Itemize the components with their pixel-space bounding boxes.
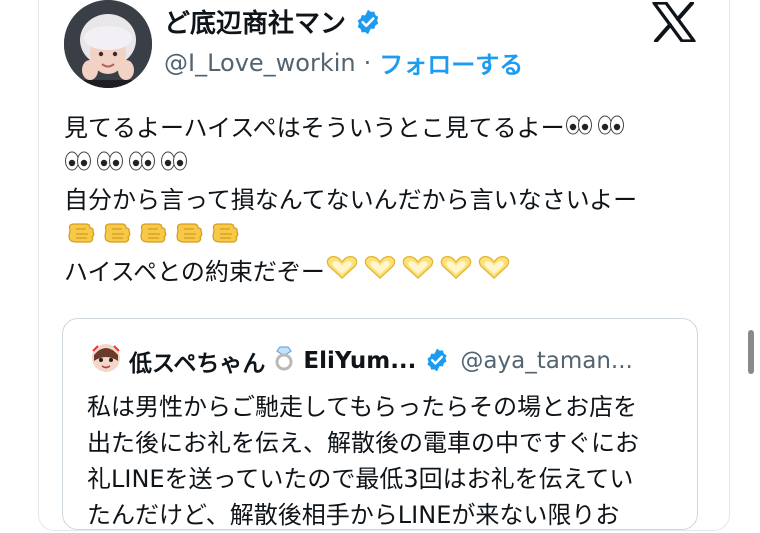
- eyes-emoji-icon: [160, 146, 188, 182]
- heart-hands-emoji-icon: [477, 254, 511, 290]
- eyes-emoji-icon: [64, 146, 92, 182]
- quoted-author-avatar[interactable]: [91, 343, 121, 379]
- tweet-line-5: ハイスペとの約束だぞー: [64, 254, 684, 290]
- quoted-author-handle[interactable]: @aya_taman...: [460, 348, 632, 374]
- tweet-line-2: [64, 146, 684, 182]
- quoted-text-line: 私は男性からご馳走してもらったらその場とお店を: [87, 393, 638, 421]
- pointing-hand-emoji-icon: [208, 216, 240, 256]
- tweet-line-3: 自分から言って損なんてないんだから言いなさいよー: [64, 182, 684, 218]
- pointing-hand-emoji-icon: [172, 216, 204, 256]
- quoted-text-line: 出た後にお礼を伝え、解散後の電車の中ですぐにお: [87, 429, 639, 457]
- quoted-verified-badge-icon: [424, 347, 452, 375]
- quoted-author-name[interactable]: 低スペちゃん: [129, 344, 265, 378]
- tweet-line-4: [64, 218, 684, 254]
- heart-hands-emoji-icon: [363, 254, 397, 290]
- x-logo-icon[interactable]: [652, 1, 696, 43]
- eyes-emoji-icon: [96, 146, 124, 182]
- quoted-tweet[interactable]: 低スペちゃん EliYum... @aya_taman... 私は男性からご馳走…: [62, 318, 698, 530]
- quoted-text-line: たんだけど、解散後相手からLINEが来ない限りお: [87, 501, 620, 529]
- author-name[interactable]: ど底辺商社マン: [164, 3, 346, 40]
- tweet-text-5: ハイスペとの約束だぞー: [64, 258, 325, 286]
- heart-hands-emoji-icon: [325, 254, 359, 290]
- verified-badge-icon: [354, 8, 382, 36]
- heart-hands-emoji-icon: [401, 254, 435, 290]
- pointing-hand-emoji-icon: [100, 216, 132, 256]
- separator-dot: ·: [363, 48, 372, 77]
- follow-button[interactable]: フォローする: [379, 45, 523, 80]
- pointing-hand-emoji-icon: [64, 216, 96, 256]
- tweet-body: 見てるよーハイスペはそういうとこ見てるよー 自分から言って損なんてないんだから言…: [64, 110, 684, 290]
- tweet-text-3: 自分から言って損なんてないんだから言いなさいよー: [64, 186, 638, 214]
- quoted-tweet-header: 低スペちゃん EliYum... @aya_taman...: [91, 343, 633, 379]
- tweet-text-1: 見てるよーハイスペはそういうとこ見てるよー: [64, 114, 565, 142]
- pointing-hand-emoji-icon: [136, 216, 168, 256]
- ring-emoji-icon: [273, 345, 295, 377]
- heart-hands-emoji-icon: [439, 254, 473, 290]
- quoted-tweet-body: 私は男性からご馳走してもらったらその場とお店を 出た後にお礼を伝え、解散後の電車…: [87, 389, 687, 533]
- author-handle[interactable]: @I_Love_workin: [164, 49, 356, 77]
- quoted-text-line: 礼LINEを送っていたので最低3回はお礼を伝えてい: [87, 465, 634, 493]
- author-handle-row: @I_Love_workin · フォローする: [164, 45, 523, 80]
- eyes-emoji-icon: [565, 110, 593, 146]
- eyes-emoji-icon: [128, 146, 156, 182]
- author-name-row[interactable]: ど底辺商社マン: [164, 3, 382, 40]
- scrollbar-thumb[interactable]: [748, 330, 754, 374]
- tweet-line-1: 見てるよーハイスペはそういうとこ見てるよー: [64, 110, 684, 146]
- quoted-author-name-suffix[interactable]: EliYum...: [303, 348, 416, 374]
- author-avatar[interactable]: [64, 0, 152, 88]
- eyes-emoji-icon: [597, 110, 625, 146]
